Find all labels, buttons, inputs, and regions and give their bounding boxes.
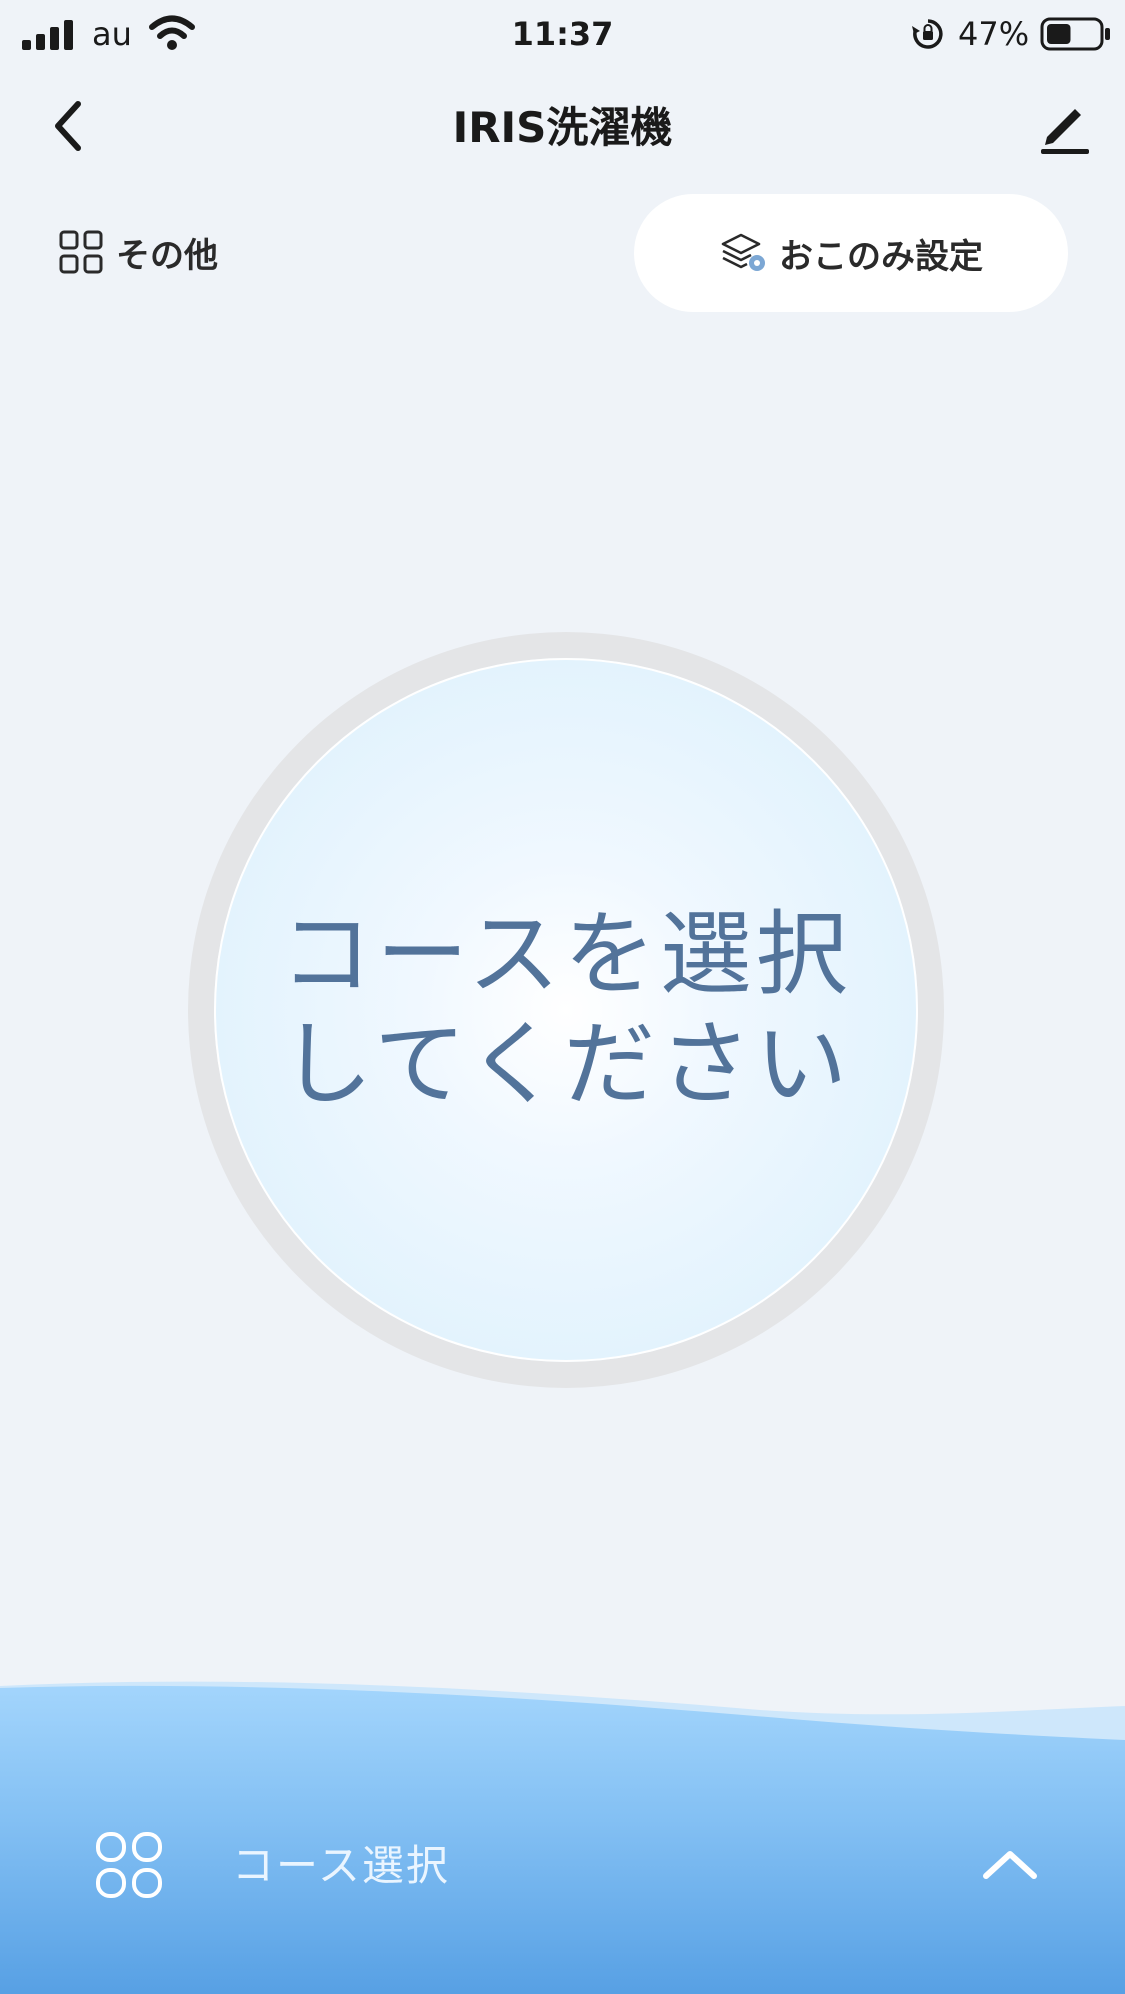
chevron-left-icon — [55, 101, 81, 151]
dial-prompt-line-1: コースを選択 — [280, 901, 852, 1008]
rotation-lock-icon — [912, 19, 943, 49]
course-dial-button[interactable]: コースを選択 してください — [214, 658, 918, 1362]
back-button[interactable] — [36, 90, 100, 162]
pencil-icon — [1041, 109, 1089, 154]
app-screen: au 11:37 47% IRIS洗濯機 その他 おこのみ設定 コースを選択 し… — [0, 0, 1125, 1994]
favorite-settings-button[interactable]: おこのみ設定 — [634, 194, 1068, 312]
bottom-panel: コース選択 — [0, 1670, 1125, 1994]
grid-icon — [59, 230, 103, 274]
other-label: その他 — [116, 235, 218, 276]
page-title: IRIS洗濯機 — [452, 103, 673, 152]
course-select-label: コース選択 — [232, 1841, 450, 1890]
status-bar: au 11:37 47% — [0, 0, 1125, 70]
battery-icon — [1040, 17, 1110, 51]
status-time: 11:37 — [511, 15, 614, 53]
course-select-bar[interactable]: コース選択 — [0, 1800, 1125, 1930]
favorite-settings-label: おこのみ設定 — [779, 236, 983, 277]
edit-button[interactable] — [1030, 94, 1098, 162]
battery-percent: 47% — [958, 15, 1030, 53]
dial-prompt-line-2: してください — [280, 1011, 852, 1118]
other-button[interactable]: その他 — [58, 222, 218, 282]
battery-level-fill — [1047, 24, 1071, 44]
chevron-up-icon — [983, 1851, 1037, 1879]
layers-settings-icon — [721, 233, 765, 271]
grid-rounded-icon — [96, 1832, 162, 1898]
